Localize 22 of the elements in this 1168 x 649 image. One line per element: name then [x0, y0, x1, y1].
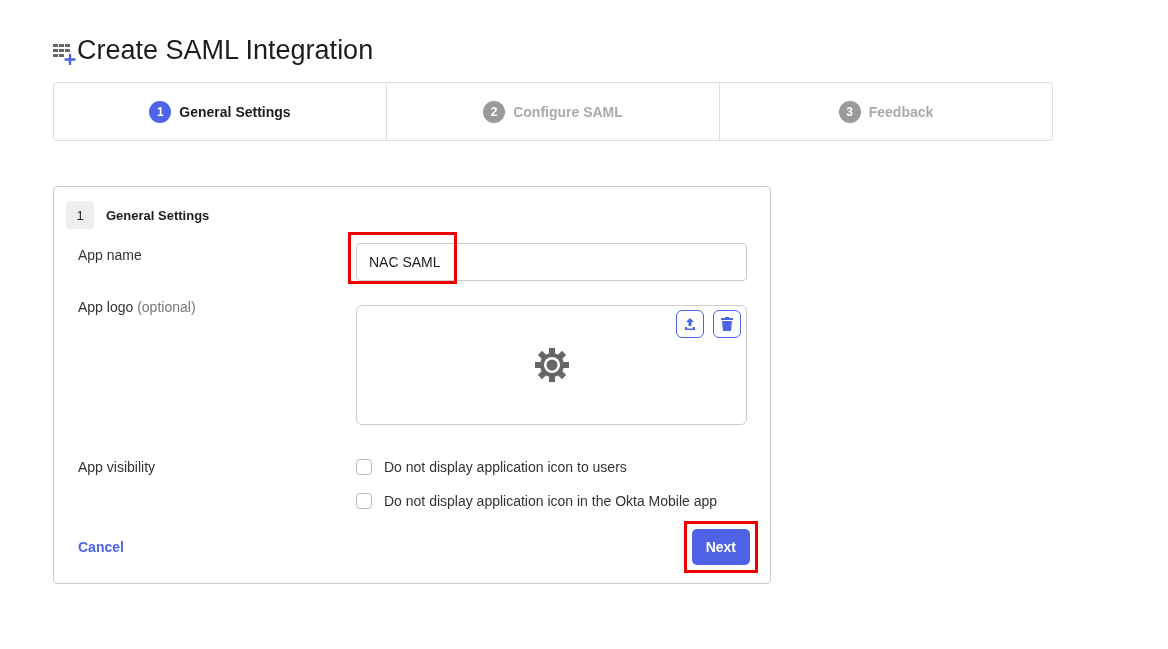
gear-icon [533, 347, 570, 383]
checkbox[interactable] [356, 459, 372, 475]
checkbox-label: Do not display application icon in the Okta Mobile app [384, 493, 718, 509]
section-number: 1 [66, 201, 94, 229]
cancel-link[interactable]: Cancel [66, 539, 124, 555]
field-label: App name [77, 246, 143, 265]
page-title: Create SAML Integration [77, 34, 374, 67]
field-label: App logo (optional) [77, 298, 197, 317]
checkbox[interactable] [356, 493, 372, 509]
field-label: App visibility [77, 458, 157, 477]
section-title: General Settings [106, 207, 210, 223]
add-grid-icon [53, 42, 77, 66]
step-tab[interactable]: 3 Feedback [719, 83, 1052, 140]
upload-icon [683, 317, 697, 331]
delete-button[interactable] [713, 310, 741, 338]
upload-button[interactable] [676, 310, 704, 338]
checkbox-label: Do not display application icon to users [384, 459, 627, 475]
next-button[interactable]: Next [691, 529, 750, 565]
step-tab[interactable]: 1 General Settings [54, 83, 386, 140]
trash-icon [721, 317, 733, 331]
step-tab[interactable]: 2 Configure SAML [386, 83, 719, 140]
app-name-field[interactable]: NAC SAML [356, 243, 747, 281]
